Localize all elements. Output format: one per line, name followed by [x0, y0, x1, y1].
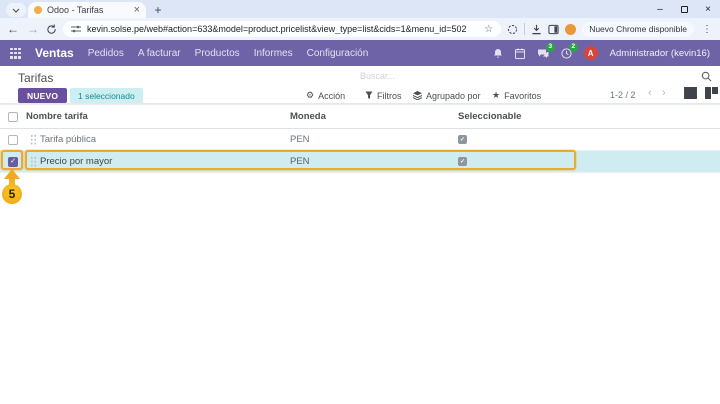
new-button[interactable]: NUEVO: [18, 88, 67, 103]
refresh-button[interactable]: [46, 24, 57, 35]
annotation-arrow-shaft: [9, 178, 15, 188]
nav-item-pedidos[interactable]: Pedidos: [88, 48, 124, 59]
table-row[interactable]: Tarifa pública PEN: [0, 129, 720, 151]
nav-item-a-facturar[interactable]: A facturar: [138, 48, 181, 59]
table-header-row: Nombre tarifa Moneda Seleccionable: [0, 105, 720, 129]
close-window-button[interactable]: ×: [696, 0, 720, 18]
search-icon[interactable]: [701, 71, 712, 82]
maximize-icon: [681, 6, 688, 13]
action-label: Acción: [318, 91, 345, 101]
drag-handle-icon[interactable]: [30, 156, 37, 167]
row-checkbox[interactable]: [8, 135, 18, 145]
cell-nombre-tarifa[interactable]: Tarifa pública: [40, 134, 290, 145]
minimize-button[interactable]: –: [648, 0, 672, 18]
cell-moneda[interactable]: PEN: [290, 156, 458, 167]
tab-close-icon[interactable]: ×: [134, 5, 140, 16]
page-title[interactable]: Tarifas: [18, 71, 53, 85]
nav-item-informes[interactable]: Informes: [254, 48, 293, 59]
chrome-update-label: Nuevo Chrome disponible: [589, 24, 687, 34]
browser-menu-icon[interactable]: ⋮: [700, 24, 714, 35]
column-header-seleccionable[interactable]: Seleccionable: [458, 111, 720, 122]
side-panel-icon[interactable]: [548, 24, 559, 35]
selected-count-badge[interactable]: 1 seleccionado: [70, 88, 143, 103]
activities-clock-icon[interactable]: 2: [561, 48, 572, 59]
browser-tab[interactable]: Odoo - Tarifas ×: [28, 2, 146, 18]
favorites-label: Favoritos: [504, 91, 541, 101]
row-checkbox[interactable]: [8, 157, 18, 167]
star-icon: ★: [492, 90, 500, 101]
extension-icon[interactable]: [565, 24, 576, 35]
new-tab-button[interactable]: +: [150, 2, 166, 18]
url-text[interactable]: kevin.solse.pe/web#action=633&model=prod…: [87, 24, 478, 34]
filters-label: Filtros: [377, 91, 402, 101]
back-button[interactable]: ←: [6, 22, 20, 36]
messages-icon[interactable]: 3: [537, 48, 549, 59]
url-bar[interactable]: kevin.solse.pe/web#action=633&model=prod…: [63, 21, 501, 37]
pricelist-table: Nombre tarifa Moneda Seleccionable Tarif…: [0, 104, 720, 173]
calendar-icon[interactable]: [515, 48, 525, 59]
annotation-step-marker: 5: [2, 184, 22, 204]
group-by-label: Agrupado por: [426, 91, 481, 101]
drag-handle-icon[interactable]: [30, 134, 37, 145]
odoo-favicon: [34, 6, 42, 14]
systray: 3 2 A Administrador (kevin16): [493, 46, 710, 60]
chrome-update-pill[interactable]: Nuevo Chrome disponible: [582, 22, 694, 37]
nav-item-configuracion[interactable]: Configuración: [307, 48, 369, 59]
nav-item-productos[interactable]: Productos: [195, 48, 240, 59]
cell-nombre-tarifa[interactable]: Precio por mayor: [40, 156, 290, 167]
user-menu[interactable]: Administrador (kevin16): [610, 48, 710, 59]
forward-button[interactable]: →: [26, 22, 40, 36]
user-avatar[interactable]: A: [584, 46, 598, 60]
messages-badge: 3: [546, 43, 555, 53]
table-row-selected[interactable]: Precio por mayor PEN: [0, 151, 720, 173]
browser-toolbar: ← → kevin.solse.pe/web#action=633&model=…: [0, 18, 720, 40]
gear-icon: ⚙: [306, 90, 314, 101]
tab-list-chevron-button[interactable]: [6, 3, 26, 17]
activities-badge: 2: [569, 43, 578, 53]
column-header-moneda[interactable]: Moneda: [290, 111, 458, 122]
group-by-button[interactable]: Agrupado por: [413, 88, 481, 103]
select-all-checkbox[interactable]: [8, 112, 18, 122]
tab-strip: Odoo - Tarifas × + – ×: [0, 0, 720, 18]
layers-icon: [413, 91, 422, 100]
list-view-icon[interactable]: [684, 87, 697, 99]
bookmark-star-icon[interactable]: ☆: [484, 24, 493, 35]
maximize-button[interactable]: [672, 0, 696, 18]
pager-next-icon[interactable]: ›: [662, 87, 666, 99]
odoo-navbar: Ventas Pedidos A facturar Productos Info…: [0, 40, 720, 66]
filter-funnel-icon: [365, 91, 373, 100]
cell-moneda[interactable]: PEN: [290, 134, 458, 145]
kanban-view-icon[interactable]: [705, 87, 718, 99]
search-input[interactable]: [360, 71, 701, 81]
tab-groups-icon[interactable]: [507, 24, 518, 35]
filters-button[interactable]: Filtros: [365, 88, 402, 103]
pager-range: 1-2 / 2: [610, 90, 636, 100]
apps-menu-icon[interactable]: [10, 48, 21, 59]
action-menu-button[interactable]: ⚙ Acción: [306, 88, 345, 103]
view-switcher: [684, 87, 718, 99]
browser-window: Odoo - Tarifas × + – × ← → kevin.solse.p…: [0, 0, 720, 404]
control-panel: Tarifas NUEVO 1 seleccionado ⚙ Acción Fi…: [0, 66, 720, 104]
downloads-icon[interactable]: [531, 24, 542, 35]
seleccionable-checkbox: [458, 135, 467, 144]
search-bar: [360, 68, 712, 84]
toolbar-divider: [524, 23, 525, 35]
app-name-ventas[interactable]: Ventas: [35, 46, 74, 60]
favorites-button[interactable]: ★ Favoritos: [492, 88, 541, 103]
window-controls: – ×: [648, 0, 720, 18]
chevron-down-icon: [12, 8, 20, 13]
bell-icon[interactable]: [493, 48, 503, 59]
seleccionable-checkbox: [458, 157, 467, 166]
tab-title: Odoo - Tarifas: [47, 5, 129, 15]
column-header-nombre-tarifa[interactable]: Nombre tarifa: [26, 111, 290, 122]
site-settings-tune-icon[interactable]: [71, 25, 81, 33]
pager-previous-icon[interactable]: ‹: [648, 87, 652, 99]
